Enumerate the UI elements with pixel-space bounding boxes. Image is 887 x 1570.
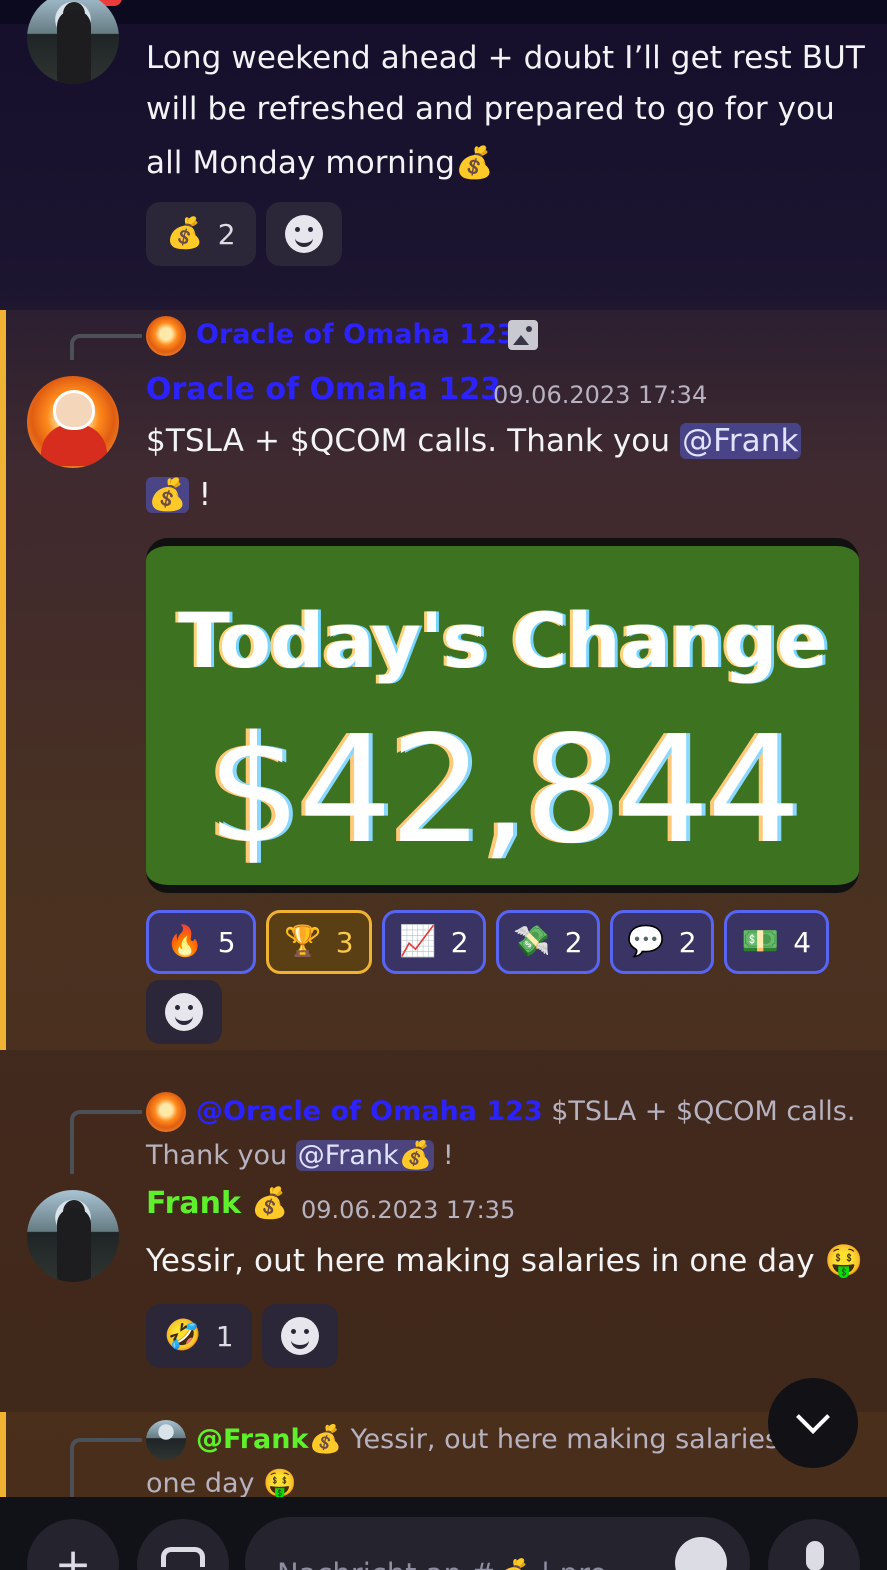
chart-up-icon: 📈	[399, 924, 437, 959]
image-title-text: Today's Change	[177, 596, 828, 685]
avatar[interactable]	[27, 0, 119, 84]
add-reaction-button[interactable]	[146, 980, 222, 1044]
chevron-down-icon	[796, 1400, 830, 1434]
gift-button[interactable]	[137, 1519, 229, 1570]
composer-bar: + Nachricht an #💰 | pro	[0, 1497, 887, 1570]
reply-connector	[70, 1438, 142, 1498]
avatar[interactable]	[27, 376, 119, 468]
reaction-count: 2	[217, 217, 236, 251]
reply-text: Yessir, out here making salaries	[342, 1424, 780, 1455]
reaction-count: 2	[450, 925, 469, 959]
microphone-icon	[806, 1541, 824, 1570]
reply-line: Thank you @Frank💰 !	[146, 1134, 866, 1178]
emoji-icon	[165, 993, 203, 1031]
reply-connector	[70, 1110, 142, 1174]
reply-text: one day	[146, 1468, 264, 1499]
emoji-icon[interactable]	[675, 1537, 727, 1570]
voice-message-button[interactable]	[768, 1519, 860, 1570]
money-bag-icon: 💰	[166, 216, 204, 251]
image-amount-text: $42,844	[206, 704, 801, 876]
gift-icon	[161, 1547, 205, 1567]
message-line-text: Yessir, out here making salaries in one …	[146, 1243, 815, 1279]
avatar-face	[53, 390, 95, 430]
emoji-icon	[281, 1317, 319, 1355]
username[interactable]: Frank 💰	[146, 1186, 289, 1221]
avatar-body	[57, 10, 91, 84]
reply-avatar[interactable]	[146, 316, 186, 356]
add-reaction-button[interactable]	[266, 202, 342, 266]
reply-username[interactable]: @Frank	[196, 1424, 308, 1455]
reply-username[interactable]: Oracle of Omaha 123	[196, 319, 516, 350]
avatar[interactable]	[27, 1190, 119, 1282]
reaction-count: 3	[335, 925, 354, 959]
money-mouth-emoji: 🤑	[263, 1468, 297, 1499]
plus-icon: +	[54, 1539, 92, 1570]
emoji-icon	[285, 215, 323, 253]
cash-icon: 💵	[741, 924, 780, 959]
reaction-rofl[interactable]: 🤣 1	[146, 1304, 252, 1368]
message-text: Long weekend ahead + doubt I’ll get rest…	[146, 33, 866, 189]
image-icon	[508, 320, 538, 350]
user-mention[interactable]: @Frank💰	[295, 1140, 435, 1171]
message-line: will be refreshed and prepared to go for…	[146, 91, 835, 127]
reaction-count: 5	[217, 925, 236, 959]
attachment-image[interactable]: Today's Change $42,844	[146, 538, 859, 893]
reaction-like[interactable]: 💬 2	[610, 910, 714, 974]
username[interactable]: Oracle of Omaha 123	[146, 372, 501, 407]
reaction-count: 1	[215, 1319, 234, 1353]
fire-icon: 🔥	[166, 924, 204, 959]
top-status-strip	[0, 0, 887, 24]
reaction-count: 2	[678, 925, 697, 959]
reaction-trophy[interactable]: 🏆 3	[266, 910, 372, 974]
reaction-fire[interactable]: 🔥 5	[146, 910, 256, 974]
reply-preview[interactable]: @Frank💰 Yessir, out here making salaries…	[146, 1418, 786, 1506]
reply-text: Thank you	[146, 1140, 296, 1171]
message-line-text: $TSLA + $QCOM calls. Thank you	[146, 423, 681, 459]
message-input[interactable]: Nachricht an #💰 | pro	[245, 1517, 750, 1570]
username-text: Frank	[146, 1186, 241, 1221]
reply-line: @Frank💰 Yessir, out here making salaries	[146, 1418, 786, 1462]
reaction-chart[interactable]: 📈 2	[382, 910, 486, 974]
money-bag-emoji: 💰	[251, 1186, 289, 1221]
jump-to-present-button[interactable]	[768, 1378, 858, 1468]
timestamp: 09.06.2023 17:35	[301, 1196, 516, 1224]
timestamp: 09.06.2023 17:34	[493, 381, 708, 409]
add-reaction-button[interactable]	[262, 1304, 338, 1368]
message-line: Long weekend ahead + doubt I’ll get rest…	[146, 40, 865, 76]
reaction-cash[interactable]: 💵 4	[724, 910, 829, 974]
message-line-text: all Monday morning	[146, 145, 456, 181]
reply-connector	[70, 334, 142, 360]
avatar-body	[41, 424, 107, 466]
add-attachment-button[interactable]: +	[27, 1519, 119, 1570]
like-bubble-icon: 💬	[627, 924, 665, 959]
reply-text: !	[434, 1140, 454, 1171]
money-bag-emoji: 💰	[308, 1424, 343, 1455]
mention-emoji[interactable]: 💰	[146, 477, 189, 513]
reply-preview[interactable]: @Oracle of Omaha 123 $TSLA + $QCOM calls…	[146, 1090, 866, 1178]
reaction-money-bag[interactable]: 💰 2	[146, 202, 256, 266]
money-mouth-emoji: 🤑	[824, 1243, 864, 1279]
reply-username[interactable]: @Oracle of Omaha 123	[196, 1096, 543, 1127]
mention-highlight-bar	[0, 1412, 6, 1497]
avatar-body	[57, 1208, 91, 1282]
reaction-count: 2	[564, 925, 583, 959]
reply-line: @Oracle of Omaha 123 $TSLA + $QCOM calls…	[146, 1090, 866, 1134]
message-text: Yessir, out here making salaries in one …	[146, 1236, 876, 1287]
trophy-icon: 🏆	[284, 924, 322, 959]
message-input-placeholder: Nachricht an #💰 | pro	[277, 1557, 607, 1570]
message-line: $TSLA + $QCOM calls. Thank you @Frank	[146, 416, 866, 467]
mention-highlight-bar	[0, 310, 6, 1050]
reply-text: $TSLA + $QCOM calls.	[542, 1096, 856, 1127]
message-text: $TSLA + $QCOM calls. Thank you @Frank 💰 …	[146, 416, 866, 521]
message-line-text: !	[188, 477, 212, 513]
message-line: 💰 !	[146, 470, 866, 521]
money-bag-emoji: 💰	[455, 145, 494, 181]
user-mention[interactable]: @Frank	[680, 423, 801, 459]
reaction-count: 4	[793, 925, 812, 959]
money-wings-icon: 💸	[513, 924, 551, 959]
reaction-money-wings[interactable]: 💸 2	[496, 910, 600, 974]
rofl-icon: 🤣	[164, 1318, 202, 1353]
message-line: all Monday morning💰	[146, 138, 866, 189]
